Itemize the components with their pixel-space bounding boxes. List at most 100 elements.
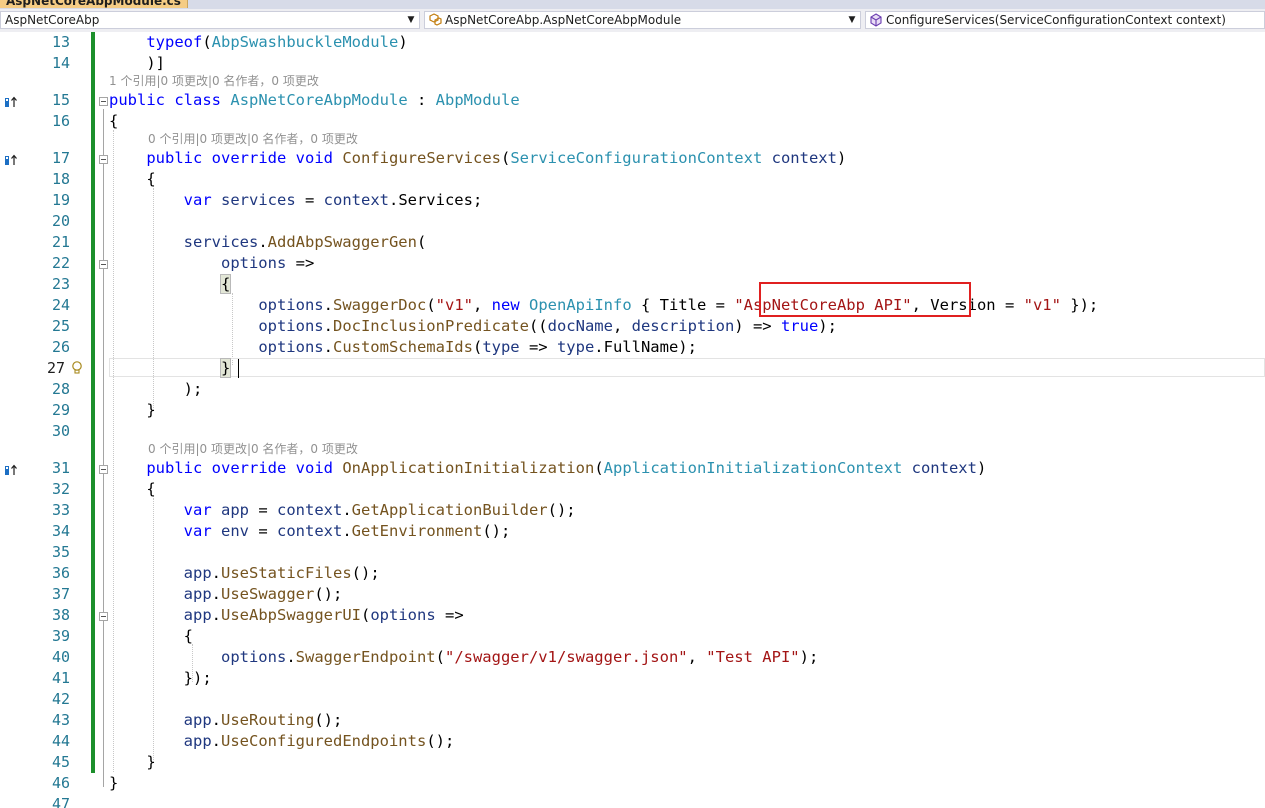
line-number: 16 (51, 112, 70, 130)
code-line: 43 app.UseRouting(); (0, 710, 1265, 731)
code-line: 35 (0, 542, 1265, 563)
code-line: 24 options.SwaggerDoc("v1", new OpenApiI… (0, 295, 1265, 316)
code-text: public class AspNetCoreAbpModule : AbpMo… (109, 91, 520, 109)
line-number: 41 (51, 669, 70, 687)
code-text: app.UseAbpSwaggerUI(options => (183, 606, 464, 624)
code-text: public override void ConfigureServices(S… (146, 149, 847, 167)
chevron-down-icon: ▼ (407, 15, 415, 25)
navigation-bar: AspNetCoreAbp ▼ AspNetCoreAbp.AspNetCore… (0, 9, 1265, 33)
line-number: 24 (51, 296, 70, 314)
project-dropdown[interactable]: AspNetCoreAbp ▼ (0, 11, 420, 29)
code-line: 30 (0, 421, 1265, 442)
code-text: { (109, 112, 119, 130)
line-number: 47 (51, 795, 70, 808)
code-line: 33 var app = context.GetApplicationBuild… (0, 500, 1265, 521)
code-text: } (109, 774, 119, 792)
code-text: var services = context.Services; (183, 191, 483, 209)
line-number: 44 (51, 732, 70, 750)
code-text: var env = context.GetEnvironment(); (183, 522, 511, 540)
line-number: 46 (51, 774, 70, 792)
code-text: { (109, 480, 156, 498)
line-number: 17 (51, 149, 70, 167)
line-number: 27 (46, 359, 65, 377)
code-text: options.DocInclusionPredicate((docName, … (258, 317, 837, 335)
line-number: 33 (51, 501, 70, 519)
line-number: 18 (51, 170, 70, 188)
code-text: app.UseStaticFiles(); (183, 564, 380, 582)
code-line: 32 { (0, 479, 1265, 500)
code-line: 13 typeof(AbpSwashbuckleModule) (0, 32, 1265, 53)
code-line: 15 public class AspNetCoreAbpModule : Ab… (0, 90, 1265, 111)
code-line: 17 public override void ConfigureService… (0, 148, 1265, 169)
code-text: }); (109, 669, 212, 687)
member-dropdown[interactable]: ConfigureServices(ServiceConfigurationCo… (865, 11, 1265, 29)
line-number: 45 (51, 753, 70, 771)
line-number: 21 (51, 233, 70, 251)
code-text: } (109, 401, 156, 419)
line-number: 25 (51, 317, 70, 335)
line-number: 22 (51, 254, 70, 272)
codelens-class[interactable]: 1 个引用|0 项更改|0 名作者，0 项更改 (109, 73, 319, 89)
line-number: 36 (51, 564, 70, 582)
code-text: services.AddAbpSwaggerGen( (183, 233, 427, 251)
line-number: 42 (51, 690, 70, 708)
code-text: } (109, 753, 156, 771)
lightbulb-icon[interactable] (71, 360, 83, 376)
method-icon (869, 13, 883, 27)
code-text: ); (109, 380, 203, 398)
project-dropdown-label: AspNetCoreAbp (5, 13, 100, 27)
line-number: 29 (51, 401, 70, 419)
line-number: 32 (51, 480, 70, 498)
code-line: 22 options => (0, 253, 1265, 274)
line-number: 35 (51, 543, 70, 561)
file-tab[interactable]: AspNetCoreAbpModule.cs (0, 0, 188, 8)
code-text: app.UseSwagger(); (183, 585, 343, 603)
code-text: var app = context.GetApplicationBuilder(… (183, 501, 576, 519)
line-number: 13 (51, 33, 70, 51)
code-text: { (219, 274, 232, 294)
code-line: 19 var services = context.Services; (0, 190, 1265, 211)
code-text: { (109, 627, 193, 645)
code-line: 37 app.UseSwagger(); (0, 584, 1265, 605)
code-text: options => (220, 254, 315, 272)
code-text: app.UseConfiguredEndpoints(); (183, 732, 455, 750)
code-line: 46 } (0, 773, 1265, 794)
type-dropdown-label: AspNetCoreAbp.AspNetCoreAbpModule (445, 13, 682, 27)
line-number: 43 (51, 711, 70, 729)
code-text: )] (109, 54, 165, 72)
code-line: 45 } (0, 752, 1265, 773)
code-line: 16 { (0, 111, 1265, 132)
highlight-annotation-box (759, 282, 971, 317)
codelens-on-app-init[interactable]: 0 个引用|0 项更改|0 名作者，0 项更改 (148, 441, 358, 457)
code-line: 44 app.UseConfiguredEndpoints(); (0, 731, 1265, 752)
editor-area[interactable]: 1 个引用|0 项更改|0 名作者，0 项更改 0 个引用|0 项更改|0 名作… (0, 32, 1265, 808)
code-line: 26 options.CustomSchemaIds(type => type.… (0, 337, 1265, 358)
code-line: 47 (0, 794, 1265, 808)
line-number: 37 (51, 585, 70, 603)
code-line: 36 app.UseStaticFiles(); (0, 563, 1265, 584)
codelens-configure-services[interactable]: 0 个引用|0 项更改|0 名作者，0 项更改 (148, 131, 358, 147)
code-text: } (219, 358, 232, 378)
current-line-highlight (109, 358, 1265, 377)
text-caret (238, 359, 239, 378)
chevron-down-icon: ▼ (848, 15, 856, 25)
code-text: typeof(AbpSwashbuckleModule) (146, 33, 408, 51)
document-tab-strip: AspNetCoreAbpModule.cs (0, 0, 1265, 9)
line-number: 30 (51, 422, 70, 440)
code-line: 31 public override void OnApplicationIni… (0, 458, 1265, 479)
code-text: { (109, 170, 156, 188)
line-number: 15 (51, 91, 70, 109)
code-line: 38 app.UseAbpSwaggerUI(options => (0, 605, 1265, 626)
line-number: 23 (51, 275, 70, 293)
code-line: 41 }); (0, 668, 1265, 689)
code-line: 40 options.SwaggerEndpoint("/swagger/v1/… (0, 647, 1265, 668)
code-text: options.SwaggerEndpoint("/swagger/v1/swa… (220, 648, 819, 666)
line-number: 31 (51, 459, 70, 477)
line-number: 26 (51, 338, 70, 356)
type-dropdown[interactable]: AspNetCoreAbp.AspNetCoreAbpModule ▼ (424, 11, 861, 29)
line-number: 39 (51, 627, 70, 645)
code-line: 23 { (0, 274, 1265, 295)
file-tab-label: AspNetCoreAbpModule.cs (6, 0, 181, 8)
line-number: 14 (51, 54, 70, 72)
current-code-line: 27 } (0, 358, 1265, 379)
